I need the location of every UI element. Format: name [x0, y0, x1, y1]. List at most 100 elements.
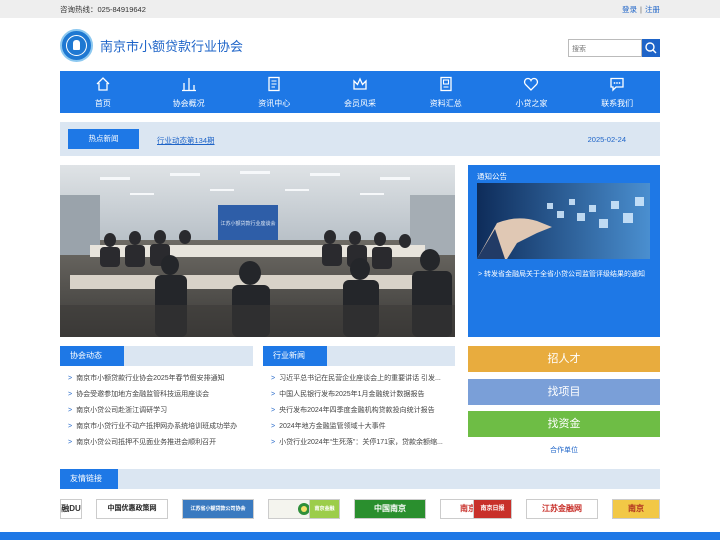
partner-logo-text: 融DU [61, 504, 81, 513]
screen-banner-text: 江苏小额贷款行业座谈会 [220, 220, 275, 227]
search-input[interactable]: 搜索 [568, 39, 642, 57]
nav-item-home-of-loans[interactable]: 小贷之家 [489, 71, 575, 113]
industry-news-list: > 习近平总书记在民营企业座谈会上的重要讲话 引发... > 中国人民银行发布202… [271, 373, 451, 453]
list-item[interactable]: > 协会受邀参加地方金融监管科技运用座谈会 [68, 389, 237, 405]
meeting-photo[interactable]: 江苏小额贷款行业座谈会 [60, 165, 455, 337]
friend-links-tab[interactable]: 友情链接 [60, 469, 118, 489]
nav-item-news[interactable]: 资讯中心 [231, 71, 317, 113]
partner-logo[interactable]: 南京日报 [473, 499, 512, 519]
notice-panel: 通知公告 > 转发省金融局关于全省小贷公司监管评级结果的通知 [468, 165, 660, 337]
list-item[interactable]: > 习近平总书记在民营企业座谈会上的重要讲话 引发... [271, 373, 451, 389]
hot-news-date: 2025-02-24 [587, 135, 626, 144]
partner-logo-text: 中国优惠政策网 [107, 505, 157, 512]
list-item[interactable]: > 央行发布2024年四季度金融机构贷款投向统计报告 [271, 405, 451, 421]
top-bar: 咨询热线：025-84919642 登录 | 注册 [0, 0, 720, 18]
nav-label: 联系我们 [601, 99, 634, 108]
auth-links: 登录 | 注册 [622, 4, 660, 15]
partner-logo-text: 江苏省小额贷款公司协会 [190, 506, 246, 512]
list-item[interactable]: > 中国人民银行发布2025年1月金融统计数据报告 [271, 389, 451, 405]
bullet-icon: > [68, 407, 73, 414]
association-news-list: > 南京市小额贷款行业协会2025年春节假安排通知 > 协会受邀参加地方金融监管科技… [68, 373, 237, 453]
list-item-text: 协会受邀参加地方金融监管科技运用座谈会 [76, 391, 210, 398]
list-item-text: 南京小贷公司赴浙江调研学习 [76, 407, 168, 414]
nav-item-resources[interactable]: 资料汇总 [403, 71, 489, 113]
home-icon [96, 77, 110, 91]
friend-links-bar: 友情链接 [60, 469, 660, 489]
bullet-icon: > [68, 375, 73, 382]
auth-separator: | [640, 5, 642, 14]
partner-units-link[interactable]: 合作单位 [468, 444, 660, 458]
bullet-icon: > [68, 423, 73, 430]
nav-label: 资料汇总 [429, 99, 462, 108]
partner-logo[interactable]: 江苏金融网 [526, 499, 598, 519]
partner-logo[interactable]: 江苏省小额贷款公司协会 [182, 499, 254, 519]
association-news-tab[interactable]: 协会动态 [60, 346, 124, 366]
hot-news-link[interactable]: 行业动态第134期 [157, 135, 215, 146]
folder-icon [440, 76, 452, 92]
site-title[interactable]: 南京市小额贷款行业协会 [100, 36, 243, 55]
hotline-text: 咨询热线：025-84919642 [60, 5, 146, 14]
register-link[interactable]: 注册 [645, 5, 660, 14]
partner-logo[interactable]: 中国优惠政策网 [96, 499, 168, 519]
partner-logo[interactable]: 南京金融 [309, 499, 340, 519]
list-item-text: 央行发布2024年四季度金融机构贷款投向统计报告 [279, 407, 435, 414]
crown-icon [353, 77, 367, 90]
bullet-icon: > [271, 375, 276, 382]
partner-logo[interactable]: 中国南京 [354, 499, 426, 519]
list-item-text: 中国人民银行发布2025年1月金融统计数据报告 [279, 391, 425, 398]
partner-logo-text: 江苏金融网 [542, 504, 582, 513]
list-item-text: 南京市小额贷款行业协会2025年春节假安排通知 [76, 375, 225, 382]
nav-item-members[interactable]: 会员风采 [317, 71, 403, 113]
panel-header: 行业新闻 [263, 346, 455, 366]
nav-item-home[interactable]: 首页 [60, 71, 146, 113]
list-item-text: 南京市小贷行业不动产抵押网办系统培训班成功举办 [76, 423, 238, 430]
nav-item-contact[interactable]: 联系我们 [574, 71, 660, 113]
list-item-text: 南京小贷公司抵押不见面业务推进会顺利召开 [76, 439, 217, 446]
login-link[interactable]: 登录 [622, 5, 637, 14]
list-item[interactable]: > 南京市小贷行业不动产抵押网办系统培训班成功举办 [68, 421, 237, 437]
main-nav: 首页 协会概况 资讯中心 会员风采 资料汇总 小贷之家 联系我们 [60, 71, 660, 113]
chat-icon [610, 77, 624, 92]
list-item[interactable]: > 南京小贷公司赴浙江调研学习 [68, 405, 237, 421]
partner-logo-text: 南京 [628, 504, 644, 513]
nav-label: 小贷之家 [515, 99, 548, 108]
heart-icon [524, 77, 539, 91]
bullet-icon: > [68, 439, 73, 446]
notice-item-text: 转发省金融局关于全省小贷公司监管评级结果的通知 [484, 271, 646, 278]
association-logo[interactable] [60, 29, 93, 62]
industry-news-panel: 行业新闻 > 习近平总书记在民营企业座谈会上的重要讲话 引发... > 中国人民银行… [263, 346, 455, 462]
recruit-talent-button[interactable]: 招人才 [468, 346, 660, 372]
bullet-icon: > [271, 423, 276, 430]
bullet-icon: > [271, 391, 276, 398]
list-item[interactable]: > 南京小贷公司抵押不见面业务推进会顺利召开 [68, 437, 237, 453]
find-project-button[interactable]: 找项目 [468, 379, 660, 405]
partner-logo[interactable]: 南京 [612, 499, 660, 519]
find-capital-button[interactable]: 找资金 [468, 411, 660, 437]
list-item-text: 2024年地方金融监管领域十大事件 [279, 423, 386, 430]
nav-label: 协会概况 [172, 99, 205, 108]
notice-item[interactable]: > 转发省金融局关于全省小贷公司监管评级结果的通知 [478, 269, 645, 279]
hot-news-bar: 热点新闻 行业动态第134期 2025-02-24 [60, 122, 660, 156]
panel-header: 协会动态 [60, 346, 253, 366]
list-item[interactable]: >2024年地方金融监管领域十大事件 [271, 421, 451, 437]
bullet-icon: > [271, 439, 276, 446]
list-item[interactable]: > 南京市小额贷款行业协会2025年春节假安排通知 [68, 373, 237, 389]
partner-logo-text: 南京金融 [314, 506, 335, 512]
partner-logo-text: 南京日报 [480, 506, 505, 512]
bullet-icon: > [271, 407, 276, 414]
industry-news-tab[interactable]: 行业新闻 [263, 346, 327, 366]
notice-image[interactable] [477, 183, 650, 259]
nav-label: 资讯中心 [258, 99, 291, 108]
list-item[interactable]: > 小贷行业2024年“生死落”：关停171家，贷款余额缩... [271, 437, 451, 453]
logo-figure [73, 40, 80, 50]
search-button[interactable] [642, 39, 660, 57]
search-icon [645, 42, 657, 54]
nav-item-about[interactable]: 协会概况 [146, 71, 232, 113]
hot-news-tag[interactable]: 热点新闻 [68, 129, 139, 149]
bullet-icon: > [68, 391, 73, 398]
bar-chart-icon [181, 78, 196, 92]
association-news-panel: 协会动态 > 南京市小额贷款行业协会2025年春节假安排通知 > 协会受邀参加地方金… [60, 346, 253, 462]
document-icon [268, 76, 280, 92]
partner-logo-text: 中国南京 [374, 504, 406, 513]
partner-logo[interactable]: 融DU [60, 499, 82, 519]
